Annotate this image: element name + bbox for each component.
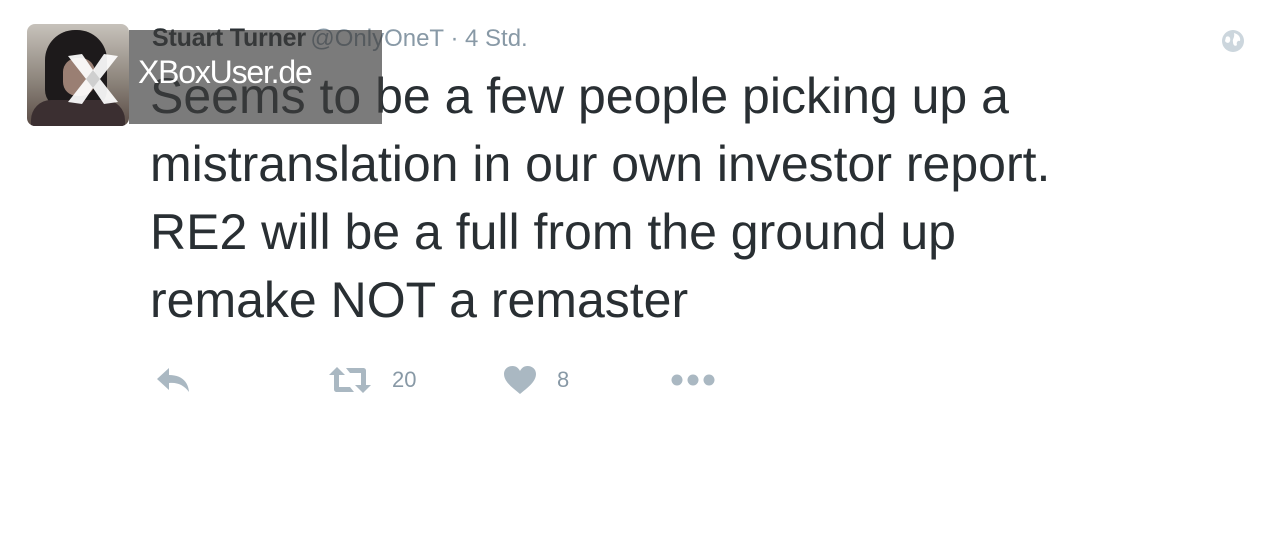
like-count: 8 <box>557 367 570 392</box>
tweet-text-line: remake NOT a remaster <box>150 272 689 328</box>
more-options-button[interactable] <box>670 364 716 396</box>
retweet-button[interactable]: 20 <box>328 364 416 396</box>
tweet-text-line: mistranslation in our own investor repor… <box>150 136 1051 192</box>
tweet-card: Stuart Turner @OnlyOneT · 4 Std. Seems t… <box>0 0 1280 546</box>
tweet-text-line: RE2 will be a full from the ground up <box>150 204 956 260</box>
reply-button[interactable] <box>155 364 191 396</box>
like-button[interactable]: 8 <box>503 364 569 396</box>
more-dots-icon <box>671 374 715 386</box>
globe-icon[interactable] <box>1220 28 1246 54</box>
retweet-icon <box>329 367 371 393</box>
reply-icon <box>157 368 189 392</box>
watermark-text: XBoxUser.de <box>138 54 313 90</box>
header-separator: · <box>450 25 459 52</box>
tweet-timestamp[interactable]: 4 Std. <box>465 25 528 52</box>
retweet-count: 20 <box>392 367 417 392</box>
heart-icon <box>504 366 536 394</box>
xbox-x-logo <box>60 48 124 110</box>
